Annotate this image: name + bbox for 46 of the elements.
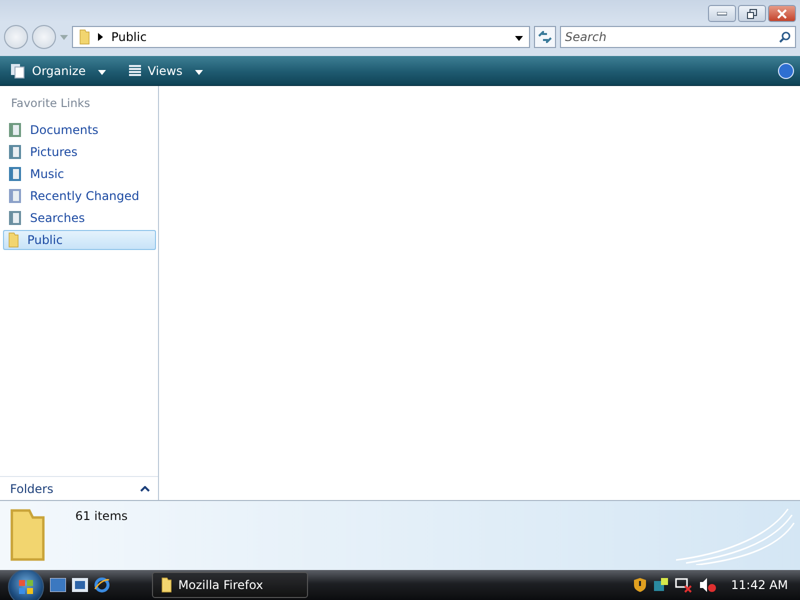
restore-icon xyxy=(747,8,757,18)
favorite-link[interactable]: Public xyxy=(3,230,156,250)
folder-icon xyxy=(8,232,20,248)
search-icon[interactable] xyxy=(779,31,791,43)
caret-icon xyxy=(194,70,202,74)
refresh-icon xyxy=(538,31,552,43)
folder-icon xyxy=(8,507,48,563)
list-view-icon xyxy=(128,64,142,78)
address-path: Public xyxy=(111,30,148,44)
favorite-link[interactable]: Pictures xyxy=(3,142,156,162)
volume-muted-icon[interactable] xyxy=(699,577,718,593)
item-count: 61 items xyxy=(75,509,128,523)
windows-logo-icon xyxy=(18,579,34,595)
folders-label: Folders xyxy=(10,482,54,496)
refresh-button[interactable] xyxy=(534,26,556,48)
section-heading: Favorite Links xyxy=(10,95,92,112)
folder-icon xyxy=(79,29,90,45)
taskbar-button[interactable]: Mozilla Firefox xyxy=(152,572,308,598)
browser-icon[interactable] xyxy=(94,577,110,593)
network-panel-icon[interactable] xyxy=(653,577,670,593)
restore-button[interactable] xyxy=(738,5,766,22)
minimize-button[interactable] xyxy=(708,5,736,22)
close-icon xyxy=(777,8,787,18)
clock[interactable]: 11:42 AM xyxy=(731,578,788,592)
caret-icon xyxy=(515,36,523,41)
favorite-link[interactable]: Recently Changed xyxy=(3,186,156,206)
search-field[interactable]: Search xyxy=(560,26,796,48)
chevron-icon xyxy=(140,486,150,492)
toolbar-menu-button[interactable]: Organize xyxy=(6,60,110,80)
switch-windows-icon[interactable] xyxy=(72,578,88,592)
caret-icon xyxy=(60,34,68,40)
toolbar-menu-button[interactable]: Views xyxy=(124,62,206,80)
shield-warning-icon[interactable] xyxy=(633,577,648,593)
favorite-link[interactable]: Music xyxy=(3,164,156,184)
desktop-icon[interactable] xyxy=(50,578,66,592)
close-button[interactable] xyxy=(768,5,796,22)
start-button[interactable] xyxy=(8,569,44,600)
breadcrumb-arrow-icon xyxy=(98,33,104,41)
pages-icon xyxy=(10,62,26,78)
caret-icon xyxy=(98,70,106,74)
folder-icon xyxy=(161,577,172,593)
favorite-link[interactable]: Documents xyxy=(3,120,156,140)
favorite-link[interactable]: Searches xyxy=(3,208,156,228)
network-disconnected-icon[interactable] xyxy=(675,577,694,593)
minimize-icon xyxy=(717,12,727,16)
address-bar[interactable]: Public xyxy=(72,26,530,48)
